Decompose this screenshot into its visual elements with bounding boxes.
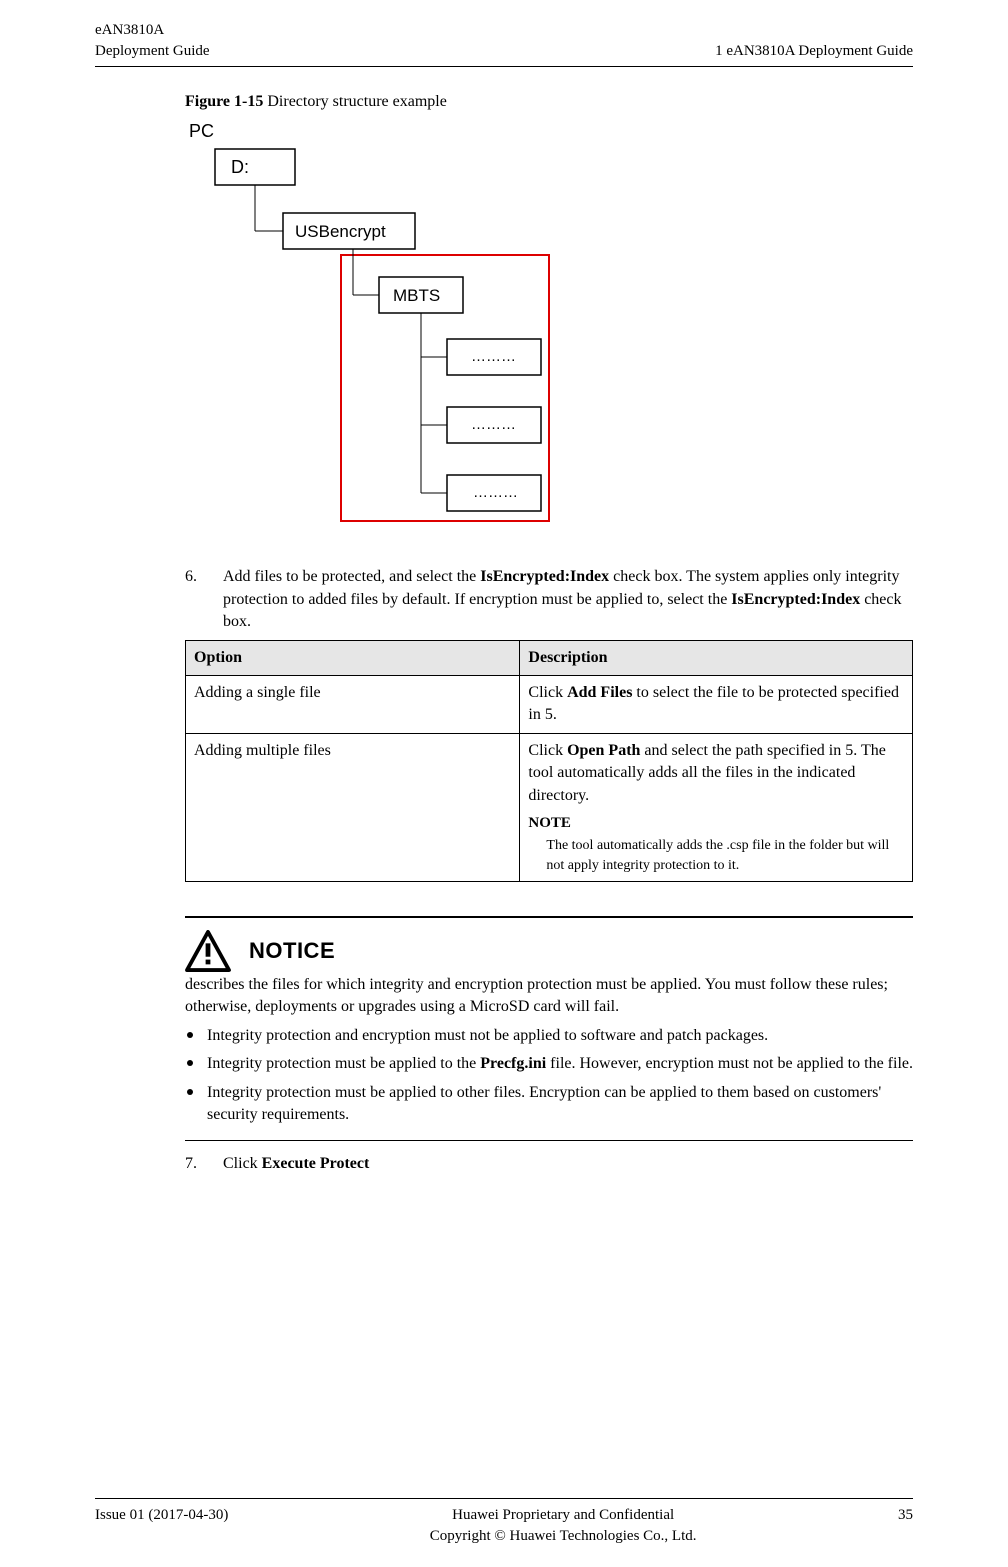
directory-diagram: PC D: USBencrypt MBTS [185, 121, 913, 526]
th-description: Description [520, 640, 913, 675]
note-text: The tool automatically adds the .csp fil… [546, 836, 904, 875]
li-pre: Integrity protection and encryption must… [207, 1027, 768, 1044]
figure-caption: Figure 1-15 Directory structure example [185, 91, 913, 113]
step-7: 7. Click Execute Protect [185, 1153, 913, 1175]
svg-text:USBencrypt: USBencrypt [295, 222, 386, 241]
svg-text:MBTS: MBTS [393, 286, 440, 305]
page-number: 35 [898, 1505, 913, 1547]
figure-caption-text: Directory structure example [263, 93, 446, 110]
td-option: Adding a single file [186, 675, 520, 733]
svg-text:………: ……… [473, 484, 518, 501]
header-left: eAN3810A Deployment Guide [95, 20, 210, 62]
step-number: 7. [185, 1153, 223, 1175]
step-6: 6. Add files to be protected, and select… [185, 566, 913, 633]
notice-intro: describes the files for which integrity … [185, 974, 913, 1019]
table-header-row: Option Description [186, 640, 913, 675]
page-footer: Issue 01 (2017-04-30) Huawei Proprietary… [0, 1498, 1008, 1547]
li-post: file. However, encryption must not be ap… [546, 1055, 913, 1072]
doc-title-right: 1 eAN3810A Deployment Guide [715, 41, 913, 62]
desc-bold: Open Path [567, 742, 640, 759]
td-option: Adding multiple files [186, 733, 520, 881]
notice-list: Integrity protection and encryption must… [185, 1025, 913, 1127]
td-description: Click Open Path and select the path spec… [520, 733, 913, 881]
li-pre: Integrity protection must be applied to … [207, 1084, 881, 1123]
footer-issue: Issue 01 (2017-04-30) [95, 1505, 228, 1547]
header-right: 1 eAN3810A Deployment Guide [715, 20, 913, 62]
svg-text:PC: PC [189, 121, 214, 141]
svg-text:D:: D: [231, 157, 249, 177]
doc-title-left: Deployment Guide [95, 41, 210, 62]
options-table: Option Description Adding a single file … [185, 640, 913, 883]
table-row: Adding multiple files Click Open Path an… [186, 733, 913, 881]
notice-title: NOTICE [249, 936, 335, 967]
page-header: eAN3810A Deployment Guide 1 eAN3810A Dep… [0, 0, 1008, 66]
footer-line1: Huawei Proprietary and Confidential [430, 1505, 697, 1526]
note-heading: NOTE [528, 813, 904, 834]
desc-bold: Add Files [567, 684, 632, 701]
warning-icon [185, 930, 231, 972]
td-description: Click Add Files to select the file to be… [520, 675, 913, 733]
table-row: Adding a single file Click Add Files to … [186, 675, 913, 733]
header-divider [95, 66, 913, 67]
svg-text:………: ……… [471, 348, 516, 365]
li-bold: Precfg.ini [480, 1055, 546, 1072]
footer-center: Huawei Proprietary and Confidential Copy… [430, 1505, 697, 1547]
step-text: Click Execute Protect [223, 1153, 913, 1175]
step7-pre: Click [223, 1155, 262, 1172]
step-text: Add files to be protected, and select th… [223, 566, 913, 633]
th-option: Option [186, 640, 520, 675]
product-name: eAN3810A [95, 20, 210, 41]
step6-bold2: IsEncrypted:Index [731, 591, 860, 608]
step-number: 6. [185, 566, 223, 633]
list-item: Integrity protection must be applied to … [185, 1082, 913, 1127]
notice-header: NOTICE [185, 930, 913, 972]
desc-pre: Click [528, 742, 567, 759]
desc-pre: Click [528, 684, 567, 701]
figure-label: Figure 1-15 [185, 93, 263, 110]
step6-pre: Add files to be protected, and select th… [223, 568, 480, 585]
step6-bold1: IsEncrypted:Index [480, 568, 609, 585]
list-item: Integrity protection and encryption must… [185, 1025, 913, 1047]
footer-line2: Copyright © Huawei Technologies Co., Ltd… [430, 1526, 697, 1547]
svg-text:………: ……… [471, 416, 516, 433]
footer-divider [95, 1498, 913, 1499]
list-item: Integrity protection must be applied to … [185, 1053, 913, 1075]
li-pre: Integrity protection must be applied to … [207, 1055, 480, 1072]
notice-box: NOTICE describes the files for which int… [185, 916, 913, 1141]
step7-bold: Execute Protect [262, 1155, 370, 1172]
